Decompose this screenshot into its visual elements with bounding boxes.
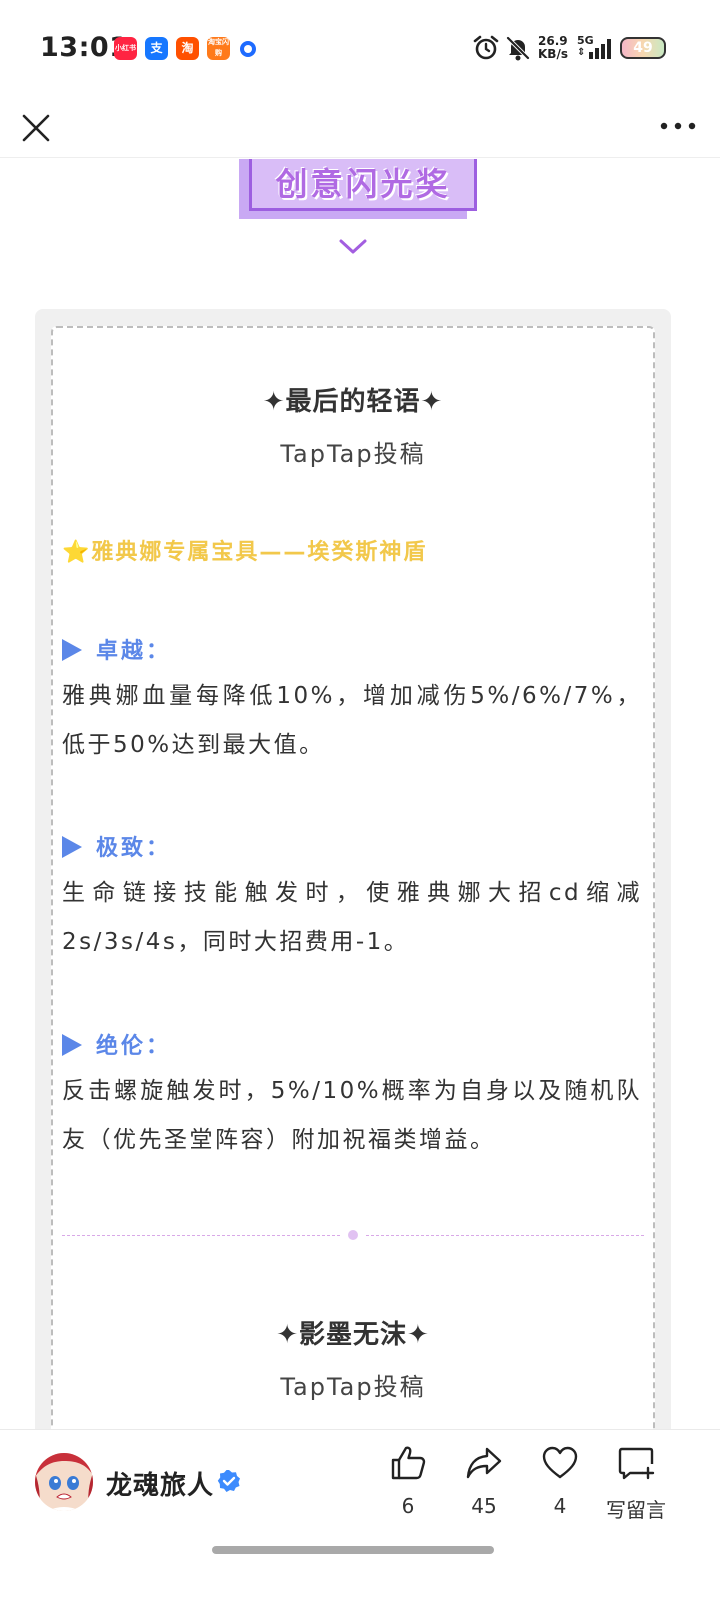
xiaohongshu-icon: 小红书 — [114, 37, 137, 60]
author-name[interactable]: 龙魂旅人 — [106, 1465, 214, 1502]
triangle-right-icon — [62, 639, 82, 661]
taobao-icon: 淘 — [176, 37, 199, 60]
item-heading: ⭐雅典娜专属宝具——埃癸斯神盾 — [62, 540, 428, 565]
favorite-button[interactable]: 4 — [525, 1444, 595, 1518]
network-speed: 26.9 KB/s — [538, 35, 568, 61]
entry-label-text: 绝伦： — [96, 1034, 172, 1059]
section-source: TapTap投稿 — [280, 440, 426, 468]
taobao-flash-icon: 淘宝闪购 — [207, 37, 230, 60]
entry-label-peerless: 绝伦： — [62, 1028, 171, 1060]
section-title: ✦最后的轻语✦ — [262, 387, 444, 417]
divider-line — [62, 1235, 340, 1236]
section-source: TapTap投稿 — [280, 1373, 426, 1401]
entry-label-text: 卓越： — [96, 639, 172, 664]
chevron-down-icon — [339, 239, 367, 254]
favorite-count: 4 — [553, 1494, 567, 1518]
bottom-action-bar: 龙魂旅人 6 45 4 写留言 — [0, 1429, 720, 1600]
comment-add-icon — [618, 1447, 655, 1480]
top-nav-bar — [0, 96, 720, 158]
write-comment-button[interactable]: 写留言 — [601, 1444, 671, 1523]
like-count: 6 — [401, 1494, 415, 1518]
status-bar: 13:01 小红书 支 淘 淘宝闪购 26.9 KB/s 5G ⇕ 49 — [0, 0, 720, 96]
alarm-icon — [473, 35, 499, 60]
battery-indicator: 49 — [620, 37, 666, 59]
share-count: 45 — [471, 1494, 497, 1518]
award-title: 创意闪光奖 — [275, 165, 451, 203]
thumbs-up-icon — [391, 1446, 426, 1480]
home-indicator[interactable] — [212, 1546, 494, 1554]
write-comment-label: 写留言 — [606, 1498, 666, 1522]
like-button[interactable]: 6 — [373, 1444, 443, 1518]
section-title: ✦影墨无沫✦ — [276, 1320, 430, 1350]
entry-text-peerless: 反击螺旋触发时，5%/10%概率为自身以及随机队友（优先圣堂阵容）附加祝福类增益… — [62, 1078, 642, 1153]
close-icon[interactable] — [16, 108, 56, 148]
triangle-right-icon — [62, 836, 82, 858]
avatar-image — [35, 1453, 93, 1511]
divider-line — [366, 1235, 644, 1236]
divider-dot — [348, 1230, 358, 1240]
share-arrow-icon — [466, 1447, 502, 1479]
more-icon[interactable] — [658, 114, 698, 138]
triangle-right-icon — [62, 1034, 82, 1056]
heart-icon — [542, 1446, 578, 1479]
verified-badge-icon — [217, 1470, 240, 1492]
article-content[interactable]: 创意闪光奖 ✦最后的轻语✦ TapTap投稿 ⭐雅典娜专属宝具——埃癸斯神盾 卓… — [0, 159, 720, 1429]
entry-label-text: 极致： — [96, 836, 172, 861]
network-speed-unit: KB/s — [538, 47, 568, 61]
author-avatar[interactable] — [35, 1453, 93, 1511]
notification-dot-icon — [240, 41, 256, 57]
alipay-icon: 支 — [145, 37, 168, 60]
section-divider — [62, 1230, 644, 1240]
mute-bell-icon — [506, 36, 530, 61]
entry-label-excellence: 卓越： — [62, 633, 171, 665]
share-button[interactable]: 45 — [449, 1444, 519, 1518]
entry-text-ultimate: 生命链接技能触发时，使雅典娜大招cd缩减2s/3s/4s，同时大招费用-1。 — [62, 880, 642, 955]
entry-text-excellence: 雅典娜血量每降低10%，增加减伤5%/6%/7%，低于50%达到最大值。 — [62, 683, 642, 758]
entry-label-ultimate: 极致： — [62, 830, 171, 862]
signal-icon — [589, 39, 611, 59]
